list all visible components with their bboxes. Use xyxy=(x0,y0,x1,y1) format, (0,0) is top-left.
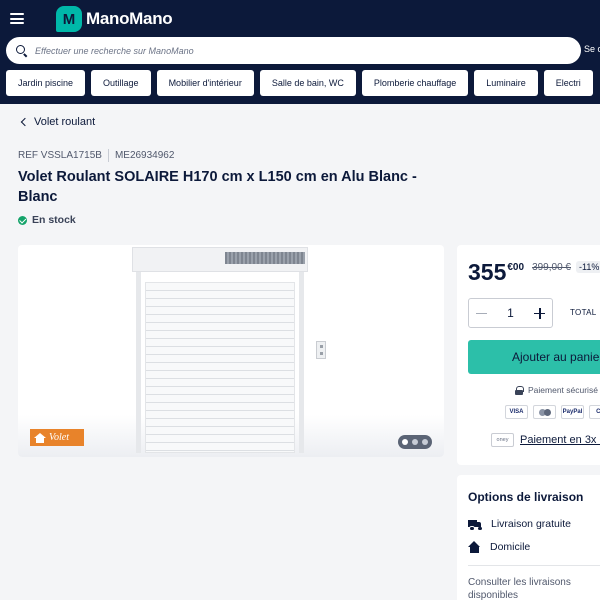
check-circle-icon xyxy=(18,215,27,225)
home-delivery-label: Domicile xyxy=(490,541,531,553)
category-mobilier[interactable]: Mobilier d'intérieur xyxy=(156,70,254,96)
paypal-icon: PayPal xyxy=(561,405,584,419)
account-link[interactable]: Se c xyxy=(584,44,600,54)
delivery-options-panel: Options de livraison Livraison gratuite … xyxy=(457,475,600,600)
delivery-divider xyxy=(468,565,600,566)
oney-icon: oney xyxy=(491,433,514,447)
minus-icon[interactable] xyxy=(476,308,487,319)
shutter-slats xyxy=(145,282,295,453)
carousel-dot-3[interactable] xyxy=(422,439,428,445)
purchase-panel: 355 €00 399,00 € -11% 1 TOTAL Ajouter au… xyxy=(457,245,600,465)
category-salle-de-bain[interactable]: Salle de bain, WC xyxy=(259,70,356,96)
search-input[interactable]: Effectuer une recherche sur ManoMano xyxy=(35,46,194,56)
carousel-dots[interactable] xyxy=(398,435,432,449)
wall-switch xyxy=(316,341,326,359)
logo-text: ManoMano xyxy=(86,9,173,28)
home-icon xyxy=(468,541,481,553)
product-refs: REF VSSLA1715B ME26934962 xyxy=(18,149,174,162)
shutter-housing xyxy=(132,247,308,272)
cb-icon: CB xyxy=(589,405,600,419)
seller-logo-text: Volet xyxy=(49,432,69,443)
secure-payment-label: Paiement sécurisé xyxy=(528,385,598,395)
product-title: Volet Roulant SOLAIRE H170 cm x L150 cm … xyxy=(18,169,417,205)
quantity-stepper[interactable]: 1 xyxy=(468,298,553,328)
manomano-logo[interactable]: M ManoMano xyxy=(56,6,173,32)
ref-divider xyxy=(107,149,109,162)
category-jardin-piscine[interactable]: Jardin piscine xyxy=(6,70,86,96)
category-outillage[interactable]: Outillage xyxy=(91,70,151,96)
logo-mark-icon: M xyxy=(56,6,82,32)
oney-link[interactable]: Paiement en 3x ou 4x xyxy=(520,434,600,446)
stock-label: En stock xyxy=(32,214,76,226)
visa-icon: VISA xyxy=(505,405,528,419)
truck-icon xyxy=(468,519,483,531)
category-nav: Jardin piscine Outillage Mobilier d'inté… xyxy=(6,70,593,96)
menu-icon[interactable] xyxy=(10,13,24,24)
search-icon xyxy=(16,45,27,56)
add-to-cart-button[interactable]: Ajouter au panier xyxy=(468,340,600,374)
plus-icon[interactable] xyxy=(534,307,545,319)
breadcrumb-label[interactable]: Volet roulant xyxy=(34,116,95,128)
quantity-value[interactable]: 1 xyxy=(507,306,514,320)
home-delivery-row: Domicile xyxy=(468,541,530,553)
carousel-dot-1[interactable] xyxy=(402,439,408,445)
price-decimal: €00 xyxy=(507,262,525,273)
product-ref: REF VSSLA1715B xyxy=(18,150,102,161)
discount-badge: -11% xyxy=(576,261,600,273)
stock-status: En stock xyxy=(18,214,76,226)
seller-logo: Volet xyxy=(30,429,84,446)
lock-icon xyxy=(515,385,524,395)
oney-installments[interactable]: oney Paiement en 3x ou 4x xyxy=(491,433,600,447)
mastercard-icon xyxy=(533,405,556,419)
product-me-code: ME26934962 xyxy=(114,150,175,161)
free-delivery-row: Livraison gratuite xyxy=(468,518,571,531)
category-luminaire[interactable]: Luminaire xyxy=(474,70,538,96)
solar-panel xyxy=(225,252,305,264)
total-label: TOTAL xyxy=(570,308,597,317)
secure-payment: Paiement sécurisé xyxy=(515,385,598,395)
price-integer: 355 xyxy=(468,259,507,285)
delivery-title: Options de livraison xyxy=(468,490,584,504)
house-logo-icon xyxy=(34,432,46,443)
price-block: 355 €00 399,00 € -11% xyxy=(468,260,600,284)
category-electricite[interactable]: Electri xyxy=(543,70,593,96)
search-bar[interactable]: Effectuer une recherche sur ManoMano xyxy=(6,37,581,64)
breadcrumb[interactable]: Volet roulant xyxy=(20,116,95,128)
price-old: 399,00 € xyxy=(532,262,571,273)
free-delivery-label: Livraison gratuite xyxy=(491,518,571,530)
category-plomberie[interactable]: Plomberie chauffage xyxy=(361,70,469,96)
top-header: M ManoMano Effectuer une recherche sur M… xyxy=(0,0,600,104)
payment-methods: VISA PayPal CB xyxy=(505,405,600,419)
chevron-left-icon xyxy=(20,117,30,127)
carousel-dot-2[interactable] xyxy=(412,439,418,445)
product-image-carousel[interactable]: Volet xyxy=(18,245,444,457)
view-deliveries-link[interactable]: Consulter les livraisons disponibles xyxy=(468,576,588,600)
